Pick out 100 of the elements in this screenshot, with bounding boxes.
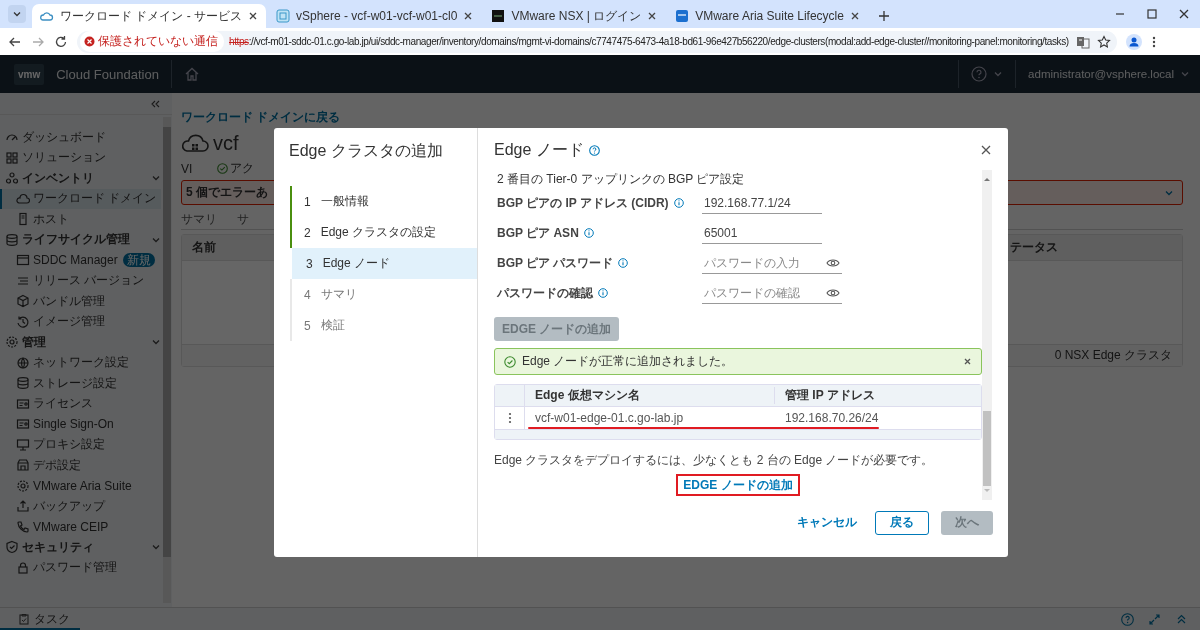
- tab-search-button[interactable]: [8, 5, 26, 23]
- close-icon[interactable]: [463, 11, 474, 21]
- field-label: BGP ピア ASN: [497, 224, 579, 242]
- close-icon[interactable]: [1178, 8, 1190, 20]
- text-field[interactable]: 192.168.77.1/24: [702, 192, 822, 214]
- sidebar-item[interactable]: デポ設定: [0, 455, 161, 476]
- scroll-up-icon[interactable]: [983, 176, 991, 182]
- section-title: 2 番目の Tier-0 アップリンクの BGP ピア設定: [496, 171, 746, 188]
- more-icon[interactable]: [507, 412, 512, 424]
- wizard-step[interactable]: 5 検証: [290, 310, 477, 341]
- sidebar-section[interactable]: ライフサイクル管理: [0, 229, 161, 250]
- url-field[interactable]: [77, 30, 1117, 53]
- info-icon[interactable]: [598, 288, 608, 298]
- eye-icon[interactable]: [826, 256, 840, 269]
- window-icon: [16, 253, 30, 268]
- maximize-icon[interactable]: [1146, 8, 1158, 20]
- app-icon: [675, 9, 690, 23]
- check-circle-icon: [504, 355, 516, 368]
- browser-tab[interactable]: vSphere - vcf-w01-vcf-w01-cl0: [268, 4, 482, 28]
- cube-icon: [16, 294, 30, 309]
- upload-icon: [16, 499, 30, 514]
- user-menu[interactable]: administrator@vsphere.local: [1028, 68, 1174, 80]
- back-button[interactable]: 戻る: [875, 510, 929, 535]
- translate-icon[interactable]: [1075, 34, 1090, 49]
- close-icon[interactable]: [647, 11, 658, 21]
- help-icon[interactable]: [1121, 612, 1134, 626]
- info-icon[interactable]: [583, 228, 594, 238]
- column-header: テータス: [1010, 239, 1059, 256]
- text-field[interactable]: 65001: [702, 222, 822, 244]
- star-icon[interactable]: [1096, 34, 1111, 49]
- history-icon: [16, 314, 30, 329]
- more-icon[interactable]: [1150, 34, 1157, 49]
- sidebar-item[interactable]: ソリューション: [0, 147, 161, 168]
- password-field[interactable]: パスワードの入力: [702, 252, 842, 274]
- sidebar-item[interactable]: イメージ管理: [0, 311, 161, 332]
- sidebar-section[interactable]: セキュリティ: [0, 537, 161, 558]
- close-icon[interactable]: [248, 11, 258, 21]
- chevron-down-icon[interactable]: [12, 9, 22, 19]
- sidebar-item[interactable]: ストレージ設定: [0, 373, 161, 394]
- expand-icon[interactable]: [1148, 612, 1161, 626]
- logo: vmw: [14, 63, 45, 85]
- sidebar-item[interactable]: ネットワーク設定: [0, 352, 161, 373]
- item-label: SDDC Manager: [33, 253, 118, 268]
- reload-icon[interactable]: [54, 34, 68, 49]
- cancel-button[interactable]: キャンセル: [791, 510, 863, 535]
- sidebar-item[interactable]: バックアップ: [0, 496, 161, 517]
- database-icon: [5, 232, 19, 247]
- close-icon[interactable]: [963, 357, 972, 366]
- sidebar-item[interactable]: VMware Aria Suite: [0, 475, 161, 496]
- info-icon[interactable]: [673, 198, 684, 208]
- back-link[interactable]: ワークロード ドメインに戻る: [181, 110, 1183, 125]
- collapse-icon[interactable]: [150, 98, 160, 109]
- security-chip[interactable]: 保護されていない通信: [80, 31, 224, 52]
- monitor-icon: [16, 437, 30, 452]
- close-icon[interactable]: [849, 11, 860, 21]
- sidebar-item[interactable]: VMware CEIP: [0, 516, 161, 537]
- app-icon: [491, 9, 506, 23]
- error-message: 5 個でエラーあ: [186, 184, 268, 201]
- profile-icon[interactable]: [1125, 33, 1142, 50]
- security-label: 保護されていない通信: [98, 33, 218, 50]
- page-tab[interactable]: サマリ: [181, 211, 217, 228]
- eye-icon[interactable]: [826, 286, 840, 299]
- sidebar-item[interactable]: ダッシュボード: [0, 127, 161, 148]
- table-cell-text: 192.168.70.26/24: [784, 411, 880, 425]
- sidebar-item[interactable]: SDDC Manager 新規: [0, 250, 161, 271]
- phone-icon: [16, 519, 30, 534]
- dialog-title: Edge クラスタの追加: [289, 141, 444, 161]
- password-field[interactable]: パスワードの確認: [702, 282, 842, 304]
- sidebar-item[interactable]: バンドル管理: [0, 291, 161, 312]
- wizard-step[interactable]: 4 サマリ: [290, 279, 477, 310]
- database-icon: [16, 376, 30, 391]
- check-circle-icon: [217, 163, 228, 174]
- sidebar-item[interactable]: ホスト: [0, 209, 161, 230]
- add-node-link[interactable]: EDGE ノードの追加: [676, 474, 800, 496]
- globe-icon: [16, 355, 30, 370]
- help-icon[interactable]: [588, 144, 600, 156]
- column-header: 名前: [192, 239, 217, 256]
- sidebar-item[interactable]: パスワード管理: [0, 557, 161, 578]
- alert-message: Edge ノードが正常に追加されました。: [522, 353, 734, 370]
- info-icon[interactable]: [618, 258, 629, 268]
- sidebar-item[interactable]: ライセンス: [0, 393, 161, 414]
- scrollbar[interactable]: [982, 170, 992, 500]
- info-text: Edge クラスタをデプロイするには、少なくとも 2 台の Edge ノードが必要です。: [494, 453, 935, 468]
- warning-icon: [84, 36, 95, 47]
- sidebar-section[interactable]: インベントリ: [0, 168, 161, 189]
- scroll-thumb[interactable]: [983, 410, 991, 486]
- close-icon[interactable]: [980, 144, 992, 156]
- wizard-step[interactable]: 1 一般情報: [290, 186, 477, 217]
- sidebar-item[interactable]: Single Sign-On: [0, 414, 161, 435]
- browser-tab[interactable]: VMware Aria Suite Lifecycle: [667, 4, 868, 28]
- tasks-tab[interactable]: タスク: [0, 608, 80, 630]
- sidebar-item[interactable]: リリース バージョン: [0, 270, 161, 291]
- plus-icon[interactable]: [877, 10, 890, 22]
- page-tab[interactable]: サ: [237, 211, 249, 228]
- sidebar-section[interactable]: 管理: [0, 332, 161, 353]
- browser-tab[interactable]: VMware NSX | ログイン: [483, 4, 666, 28]
- double-chevron-up-icon[interactable]: [1175, 612, 1188, 626]
- browser-tab[interactable]: ワークロード ドメイン - サービス: [32, 4, 266, 28]
- wizard-step[interactable]: 3 Edge ノード: [292, 248, 477, 279]
- sidebar-item[interactable]: プロキシ設定: [0, 434, 161, 455]
